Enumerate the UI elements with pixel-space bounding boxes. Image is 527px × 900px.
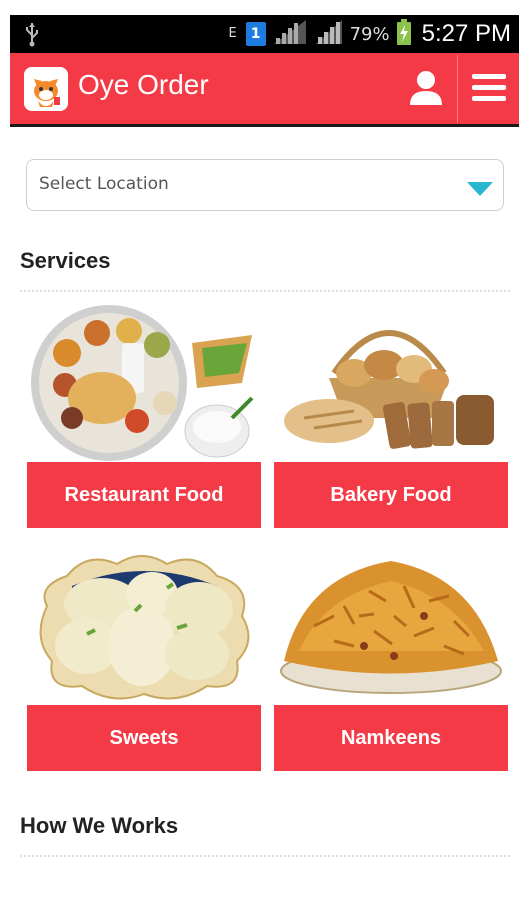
hamburger-menu-icon[interactable] xyxy=(470,71,508,105)
dropdown-caret-icon xyxy=(467,181,493,200)
namkeens-image xyxy=(274,546,508,706)
how-we-works-divider xyxy=(20,855,510,857)
sweets-button[interactable]: Sweets xyxy=(27,705,261,771)
app-title: Oye Order xyxy=(78,69,209,100)
service-card-bakery[interactable]: Bakery Food xyxy=(274,303,508,528)
sweets-image xyxy=(27,546,261,706)
services-heading: Services xyxy=(20,248,111,273)
bakery-food-button[interactable]: Bakery Food xyxy=(274,462,508,528)
location-select[interactable]: Select Location xyxy=(26,159,504,211)
bakery-food-image xyxy=(274,303,508,463)
cat-logo-icon xyxy=(24,67,68,111)
network-type: E xyxy=(228,26,237,41)
how-we-works-heading: How We Works xyxy=(20,813,179,838)
service-card-restaurant[interactable]: Restaurant Food xyxy=(27,303,261,528)
namkeens-button[interactable]: Namkeens xyxy=(274,705,508,771)
app-bar: Oye Order xyxy=(10,53,519,127)
user-icon[interactable] xyxy=(408,69,444,107)
service-card-namkeens[interactable]: Namkeens xyxy=(274,546,508,771)
service-card-sweets[interactable]: Sweets xyxy=(27,546,261,771)
status-bar: E 1 79% 5:27 PM xyxy=(10,15,519,53)
clock: 5:27 PM xyxy=(421,20,511,47)
battery-charging-icon xyxy=(396,18,412,50)
services-divider xyxy=(20,290,510,292)
location-select-placeholder: Select Location xyxy=(39,174,169,194)
restaurant-food-image xyxy=(27,303,261,463)
signal-icon-2 xyxy=(314,18,344,50)
sim-badge: 1 xyxy=(245,22,266,46)
restaurant-food-button[interactable]: Restaurant Food xyxy=(27,462,261,528)
appbar-divider xyxy=(457,55,458,123)
signal-icon xyxy=(272,18,308,50)
battery-percent: 79% xyxy=(349,23,390,45)
usb-icon xyxy=(24,21,40,51)
